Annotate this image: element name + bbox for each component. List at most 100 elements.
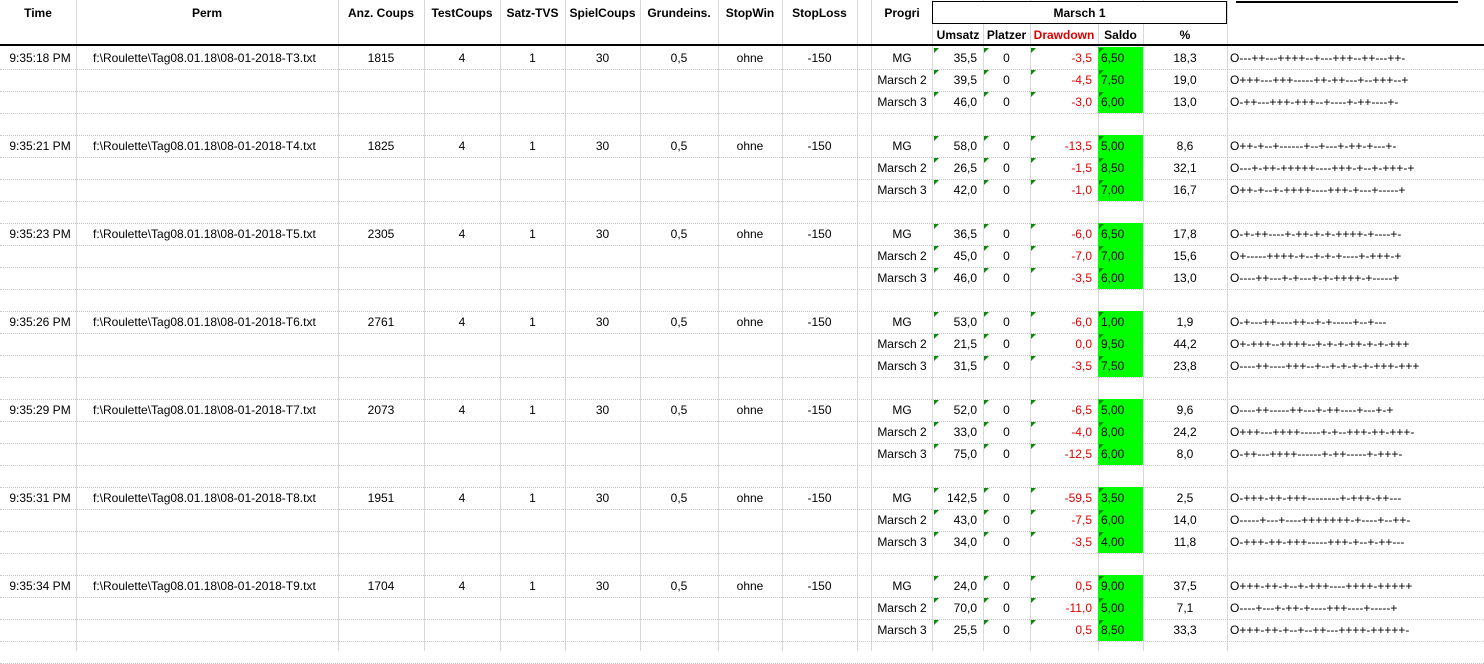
stoploss-cell[interactable]: -150 xyxy=(782,47,857,69)
percent-cell[interactable]: 8,0 xyxy=(1143,443,1227,465)
umsatz-cell[interactable]: 45,0 xyxy=(933,245,983,267)
platzer-cell[interactable]: 0 xyxy=(983,531,1030,553)
saldo-cell[interactable]: 6,00 xyxy=(1098,91,1143,113)
time-cell[interactable]: 9:35:18 PM xyxy=(4,47,76,69)
drawdown-cell[interactable]: -12,5 xyxy=(1030,443,1098,465)
pattern-cell[interactable]: O+++---++++-----+-+--+++-++-+++- xyxy=(1230,421,1484,443)
platzer-cell[interactable]: 0 xyxy=(983,47,1030,69)
test-coups-cell[interactable]: 4 xyxy=(424,487,500,509)
drawdown-cell[interactable]: -7,0 xyxy=(1030,245,1098,267)
pattern-cell[interactable]: O++-+--+-++++----+++-+---+-----+ xyxy=(1230,179,1484,201)
progri-cell[interactable]: Marsch 3 xyxy=(871,531,933,553)
col-header-umsatz[interactable]: Umsatz xyxy=(933,25,983,45)
drawdown-cell[interactable]: -3,5 xyxy=(1030,267,1098,289)
pattern-cell[interactable]: O----+---+-++-+----+++----+-----+ xyxy=(1230,597,1484,619)
percent-cell[interactable]: 11,8 xyxy=(1143,531,1227,553)
platzer-cell[interactable]: 0 xyxy=(983,69,1030,91)
grundeins-cell[interactable]: 0,5 xyxy=(640,575,718,597)
drawdown-cell[interactable]: -6,5 xyxy=(1030,399,1098,421)
spiel-coups-cell[interactable]: 30 xyxy=(565,487,640,509)
drawdown-cell[interactable]: 0,5 xyxy=(1030,575,1098,597)
umsatz-cell[interactable]: 70,0 xyxy=(933,597,983,619)
pattern-cell[interactable]: O+++-++-+--+--++---++++-+++++- xyxy=(1230,619,1484,641)
platzer-cell[interactable]: 0 xyxy=(983,223,1030,245)
drawdown-cell[interactable]: -6,0 xyxy=(1030,223,1098,245)
pattern-cell[interactable]: O+++-++-+--+-+++----++++-+++++ xyxy=(1230,575,1484,597)
pattern-cell[interactable]: O---+-++-+++++----+++-+--+-+++-+ xyxy=(1230,157,1484,179)
umsatz-cell[interactable]: 31,5 xyxy=(933,355,983,377)
umsatz-cell[interactable]: 142,5 xyxy=(933,487,983,509)
percent-cell[interactable]: 32,1 xyxy=(1143,157,1227,179)
umsatz-cell[interactable]: 21,5 xyxy=(933,333,983,355)
perm-cell[interactable]: f:\Roulette\Tag08.01.18\08-01-2018-T8.tx… xyxy=(93,487,338,509)
saldo-cell[interactable]: 5,00 xyxy=(1098,399,1143,421)
drawdown-cell[interactable]: -3,5 xyxy=(1030,47,1098,69)
stoploss-cell[interactable]: -150 xyxy=(782,575,857,597)
progri-cell[interactable]: Marsch 3 xyxy=(871,443,933,465)
progri-cell[interactable]: MG xyxy=(871,47,933,69)
percent-cell[interactable]: 13,0 xyxy=(1143,267,1227,289)
progri-cell[interactable]: Marsch 2 xyxy=(871,245,933,267)
anz-coups-cell[interactable]: 1704 xyxy=(338,575,424,597)
saldo-cell[interactable]: 5,00 xyxy=(1098,135,1143,157)
percent-cell[interactable]: 7,1 xyxy=(1143,597,1227,619)
umsatz-cell[interactable]: 53,0 xyxy=(933,311,983,333)
stoploss-cell[interactable]: -150 xyxy=(782,311,857,333)
umsatz-cell[interactable]: 24,0 xyxy=(933,575,983,597)
percent-cell[interactable]: 8,6 xyxy=(1143,135,1227,157)
pattern-cell[interactable]: O+-----++++-+--+-+-+----+-+++-+ xyxy=(1230,245,1484,267)
drawdown-cell[interactable]: -3,0 xyxy=(1030,91,1098,113)
stoploss-cell[interactable]: -150 xyxy=(782,135,857,157)
percent-cell[interactable]: 37,5 xyxy=(1143,575,1227,597)
saldo-cell[interactable]: 9,50 xyxy=(1098,333,1143,355)
pattern-cell[interactable]: O-+-++----+-++-+-+-++++-+----+- xyxy=(1230,223,1484,245)
test-coups-cell[interactable]: 4 xyxy=(424,135,500,157)
percent-cell[interactable]: 14,0 xyxy=(1143,509,1227,531)
stoploss-cell[interactable]: -150 xyxy=(782,399,857,421)
progri-cell[interactable]: Marsch 3 xyxy=(871,619,933,641)
stopwin-cell[interactable]: ohne xyxy=(718,47,782,69)
drawdown-cell[interactable]: -13,5 xyxy=(1030,135,1098,157)
col-header-perm[interactable]: Perm xyxy=(76,1,338,26)
pattern-cell[interactable]: O----++---+-+---+-+-++++-+-----+ xyxy=(1230,267,1484,289)
saldo-cell[interactable]: 7,00 xyxy=(1098,245,1143,267)
pattern-cell[interactable]: O-----+---+----+++++++-+----+--++- xyxy=(1230,509,1484,531)
platzer-cell[interactable]: 0 xyxy=(983,421,1030,443)
saldo-cell[interactable]: 7,50 xyxy=(1098,355,1143,377)
col-header-spiel-coups[interactable]: SpielCoups xyxy=(565,1,640,26)
drawdown-cell[interactable]: -1,5 xyxy=(1030,157,1098,179)
platzer-cell[interactable]: 0 xyxy=(983,399,1030,421)
col-header-anz-coups[interactable]: Anz. Coups xyxy=(338,1,424,26)
umsatz-cell[interactable]: 46,0 xyxy=(933,91,983,113)
saldo-cell[interactable]: 1,00 xyxy=(1098,311,1143,333)
pattern-cell[interactable]: O-+++-++-+++--------+-+++-++--- xyxy=(1230,487,1484,509)
platzer-cell[interactable]: 0 xyxy=(983,91,1030,113)
umsatz-cell[interactable]: 58,0 xyxy=(933,135,983,157)
col-header-time[interactable]: Time xyxy=(0,1,76,26)
platzer-cell[interactable]: 0 xyxy=(983,509,1030,531)
saldo-cell[interactable]: 8,50 xyxy=(1098,157,1143,179)
time-cell[interactable]: 9:35:21 PM xyxy=(4,135,76,157)
pattern-cell[interactable]: O-++---++++------+-++-----+-+++- xyxy=(1230,443,1484,465)
umsatz-cell[interactable]: 25,5 xyxy=(933,619,983,641)
stopwin-cell[interactable]: ohne xyxy=(718,487,782,509)
anz-coups-cell[interactable]: 2761 xyxy=(338,311,424,333)
satz-tvs-cell[interactable]: 1 xyxy=(500,223,565,245)
drawdown-cell[interactable]: -3,5 xyxy=(1030,355,1098,377)
percent-cell[interactable]: 2,5 xyxy=(1143,487,1227,509)
progri-cell[interactable]: Marsch 3 xyxy=(871,91,933,113)
percent-cell[interactable]: 13,0 xyxy=(1143,91,1227,113)
umsatz-cell[interactable]: 33,0 xyxy=(933,421,983,443)
grundeins-cell[interactable]: 0,5 xyxy=(640,399,718,421)
progri-cell[interactable]: Marsch 3 xyxy=(871,179,933,201)
umsatz-cell[interactable]: 52,0 xyxy=(933,399,983,421)
umsatz-cell[interactable]: 46,0 xyxy=(933,267,983,289)
grundeins-cell[interactable]: 0,5 xyxy=(640,47,718,69)
test-coups-cell[interactable]: 4 xyxy=(424,575,500,597)
stopwin-cell[interactable]: ohne xyxy=(718,135,782,157)
progri-cell[interactable]: MG xyxy=(871,487,933,509)
spiel-coups-cell[interactable]: 30 xyxy=(565,311,640,333)
satz-tvs-cell[interactable]: 1 xyxy=(500,311,565,333)
umsatz-cell[interactable]: 26,5 xyxy=(933,157,983,179)
pattern-cell[interactable]: O++-+--+------+--+---+-++-+---+- xyxy=(1230,135,1484,157)
